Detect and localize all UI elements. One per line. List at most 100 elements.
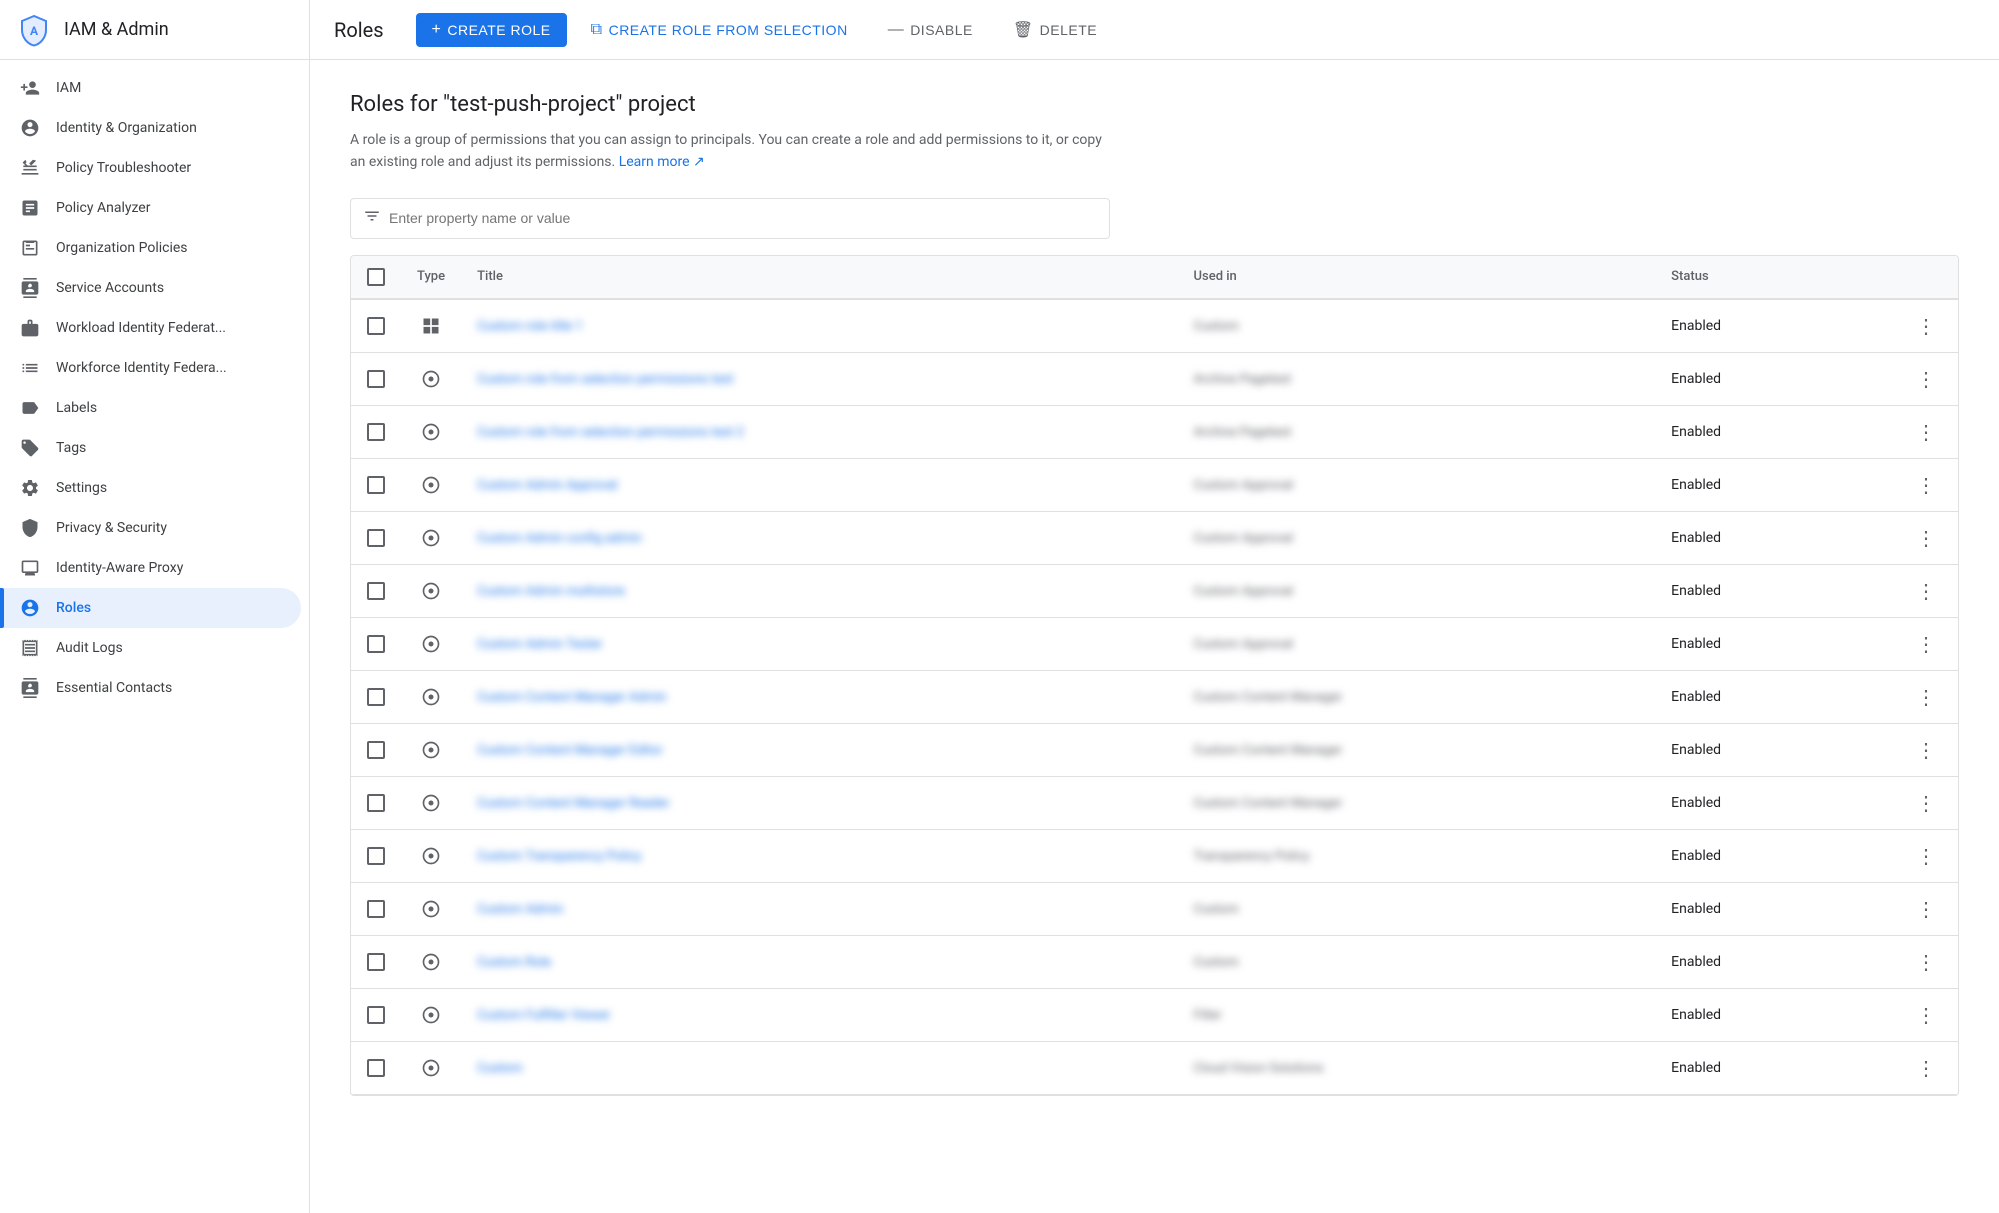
sidebar-item-tags[interactable]: Tags bbox=[0, 428, 301, 468]
row-title[interactable]: Custom role from selection permissions t… bbox=[477, 425, 744, 440]
create-role-button[interactable]: + CREATE ROLE bbox=[416, 13, 567, 47]
circle-type-icon bbox=[417, 634, 445, 654]
row-more-actions[interactable]: ⋮ bbox=[1910, 416, 1942, 448]
disable-button[interactable]: — DISABLE bbox=[872, 13, 989, 47]
circle-type-icon bbox=[417, 422, 445, 442]
row-title[interactable]: Custom Admin Tester bbox=[477, 637, 602, 652]
header-checkbox-cell bbox=[351, 256, 401, 299]
sidebar-item-essential-contacts[interactable]: Essential Contacts bbox=[0, 668, 301, 708]
row-more-actions[interactable]: ⋮ bbox=[1910, 469, 1942, 501]
sidebar-item-identity-org[interactable]: Identity & Organization bbox=[0, 108, 301, 148]
sidebar-item-policy-analyzer-label: Policy Analyzer bbox=[56, 200, 285, 216]
row-more-actions[interactable]: ⋮ bbox=[1910, 840, 1942, 872]
settings-icon bbox=[20, 478, 40, 498]
row-title[interactable]: Custom Content Manager Reader bbox=[477, 796, 669, 811]
row-used-in: Custom bbox=[1194, 955, 1239, 970]
row-checkbox[interactable] bbox=[367, 476, 385, 494]
row-used-in: Archive Pagetest bbox=[1194, 425, 1292, 440]
row-title[interactable]: Custom Admin multistore bbox=[477, 584, 625, 599]
filter-input[interactable] bbox=[389, 210, 1097, 226]
sidebar-item-service-accounts[interactable]: Service Accounts bbox=[0, 268, 301, 308]
row-checkbox[interactable] bbox=[367, 370, 385, 388]
sidebar-item-labels[interactable]: Labels bbox=[0, 388, 301, 428]
copy-icon: ⧉ bbox=[591, 21, 603, 39]
row-more-actions[interactable]: ⋮ bbox=[1910, 946, 1942, 978]
row-used-in: Filler bbox=[1194, 1008, 1222, 1023]
content-description: A role is a group of permissions that yo… bbox=[350, 129, 1110, 174]
row-more-actions[interactable]: ⋮ bbox=[1910, 310, 1942, 342]
sidebar-item-organization-policies[interactable]: Organization Policies bbox=[0, 228, 301, 268]
sidebar-item-privacy-security-label: Privacy & Security bbox=[56, 520, 285, 536]
row-used-in: Archive Pagetest bbox=[1194, 372, 1292, 387]
row-checkbox[interactable] bbox=[367, 794, 385, 812]
shield-icon bbox=[20, 518, 40, 538]
sidebar-item-privacy-security[interactable]: Privacy & Security bbox=[0, 508, 301, 548]
row-checkbox[interactable] bbox=[367, 847, 385, 865]
row-title[interactable]: Custom bbox=[477, 1061, 522, 1076]
row-status: Enabled bbox=[1671, 530, 1721, 546]
row-checkbox[interactable] bbox=[367, 900, 385, 918]
row-title[interactable]: Custom Admin config admin bbox=[477, 531, 642, 546]
sidebar-item-workforce-identity[interactable]: Workforce Identity Federa... bbox=[0, 348, 301, 388]
row-title[interactable]: Custom Admin bbox=[477, 902, 563, 917]
workforce-icon bbox=[20, 358, 40, 378]
filter-icon bbox=[363, 207, 381, 230]
row-checkbox[interactable] bbox=[367, 741, 385, 759]
circle-type-icon bbox=[417, 793, 445, 813]
row-checkbox[interactable] bbox=[367, 1059, 385, 1077]
row-checkbox[interactable] bbox=[367, 635, 385, 653]
sidebar-item-audit-logs[interactable]: Audit Logs bbox=[0, 628, 301, 668]
row-checkbox[interactable] bbox=[367, 529, 385, 547]
top-bar: A IAM & Admin Roles + CREATE ROLE ⧉ CREA… bbox=[0, 0, 1999, 60]
sidebar-item-policy-troubleshooter[interactable]: Policy Troubleshooter bbox=[0, 148, 301, 188]
row-more-actions[interactable]: ⋮ bbox=[1910, 628, 1942, 660]
row-more-actions[interactable]: ⋮ bbox=[1910, 681, 1942, 713]
row-checkbox[interactable] bbox=[367, 1006, 385, 1024]
row-title[interactable]: Custom Role bbox=[477, 955, 551, 970]
create-role-from-selection-button[interactable]: ⧉ CREATE ROLE FROM SELECTION bbox=[575, 13, 864, 47]
table-row: Custom AdminCustomEnabled⋮ bbox=[351, 882, 1958, 935]
row-used-in: Custom Approval bbox=[1194, 637, 1294, 652]
header-type: Type bbox=[401, 256, 461, 299]
row-checkbox[interactable] bbox=[367, 953, 385, 971]
row-title[interactable]: Custom Content Manager Admin bbox=[477, 690, 666, 705]
row-more-actions[interactable]: ⋮ bbox=[1910, 363, 1942, 395]
row-checkbox[interactable] bbox=[367, 423, 385, 441]
row-title[interactable]: Custom role from selection permissions t… bbox=[477, 372, 733, 387]
delete-button[interactable]: 🗑 DELETE bbox=[997, 12, 1113, 48]
row-title[interactable]: Custom Transparency Policy bbox=[477, 849, 641, 864]
row-status: Enabled bbox=[1671, 318, 1721, 334]
row-more-actions[interactable]: ⋮ bbox=[1910, 575, 1942, 607]
select-all-checkbox[interactable] bbox=[367, 268, 385, 286]
row-more-actions[interactable]: ⋮ bbox=[1910, 1052, 1942, 1084]
row-title[interactable]: Custom Fulfiller Viewer bbox=[477, 1008, 610, 1023]
row-checkbox[interactable] bbox=[367, 582, 385, 600]
row-used-in: Custom bbox=[1194, 319, 1239, 334]
tag-icon bbox=[20, 438, 40, 458]
row-more-actions[interactable]: ⋮ bbox=[1910, 734, 1942, 766]
row-checkbox[interactable] bbox=[367, 317, 385, 335]
circle-type-icon bbox=[417, 687, 445, 707]
row-more-actions[interactable]: ⋮ bbox=[1910, 522, 1942, 554]
row-title[interactable]: Custom Admin Approval bbox=[477, 478, 617, 493]
row-checkbox[interactable] bbox=[367, 688, 385, 706]
circle-type-icon bbox=[417, 1058, 445, 1078]
sidebar-item-service-accounts-label: Service Accounts bbox=[56, 280, 285, 296]
row-more-actions[interactable]: ⋮ bbox=[1910, 999, 1942, 1031]
sidebar-item-settings[interactable]: Settings bbox=[0, 468, 301, 508]
learn-more-link[interactable]: Learn more ↗ bbox=[619, 154, 705, 170]
sidebar-item-iam[interactable]: IAM bbox=[0, 68, 301, 108]
sidebar-item-identity-aware-proxy[interactable]: Identity-Aware Proxy bbox=[0, 548, 301, 588]
row-title[interactable]: Custom role title 1 bbox=[477, 319, 583, 334]
row-title[interactable]: Custom Content Manager Editor bbox=[477, 743, 663, 758]
sidebar-item-policy-analyzer[interactable]: Policy Analyzer bbox=[0, 188, 301, 228]
table-row: CustomCloud Vision SolutionsEnabled⋮ bbox=[351, 1041, 1958, 1094]
row-more-actions[interactable]: ⋮ bbox=[1910, 893, 1942, 925]
sidebar-item-workload-identity[interactable]: Workload Identity Federat... bbox=[0, 308, 301, 348]
page-title-header: Roles bbox=[334, 18, 384, 42]
row-status: Enabled bbox=[1671, 848, 1721, 864]
row-more-actions[interactable]: ⋮ bbox=[1910, 787, 1942, 819]
row-status: Enabled bbox=[1671, 583, 1721, 599]
sidebar-item-roles[interactable]: Roles bbox=[0, 588, 301, 628]
sidebar-item-workforce-identity-label: Workforce Identity Federa... bbox=[56, 360, 285, 376]
